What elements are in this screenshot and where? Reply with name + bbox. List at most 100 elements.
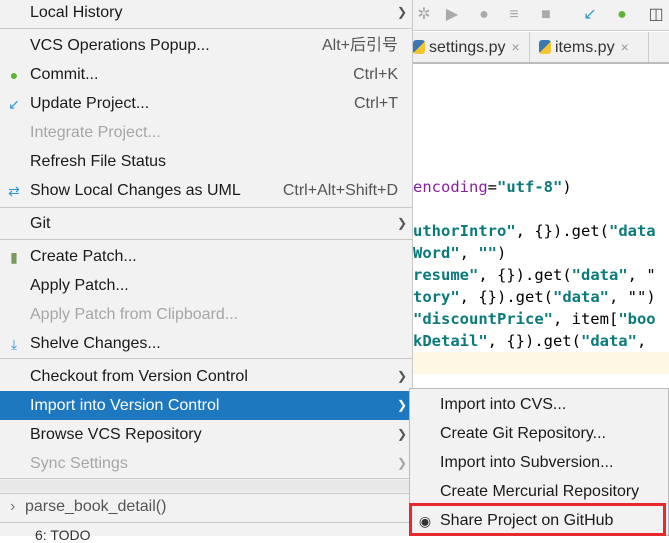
menu-item-apply-patch-from-clipboard: Apply Patch from Clipboard... xyxy=(0,300,412,329)
menu-item-create-patch[interactable]: ▮ Create Patch... xyxy=(0,242,412,271)
menu-item-label: Browse VCS Repository xyxy=(30,426,202,443)
code-token: , {}).get( xyxy=(487,332,581,350)
code-token: tory" xyxy=(413,288,460,306)
code-line: Word", "") xyxy=(413,242,506,264)
editor-tabs: settings.py × items.py × xyxy=(413,32,669,64)
shortcut-label: Ctrl+K xyxy=(353,66,398,83)
chevron-right-icon: › xyxy=(10,498,16,515)
menu-item-apply-patch[interactable]: Apply Patch... xyxy=(0,271,412,300)
shortcut-label: Alt+后引号 xyxy=(321,37,398,54)
tab-items[interactable]: items.py × xyxy=(531,32,649,62)
code-token: ) xyxy=(562,178,572,196)
submenu-item-create-mercurial-repository[interactable]: Create Mercurial Repository xyxy=(410,477,668,506)
menu-separator xyxy=(0,239,412,240)
commit-icon: ● xyxy=(9,67,19,83)
code-line: uthorIntro", {}).get("data xyxy=(413,220,656,242)
menu-item-label: Sync Settings xyxy=(30,455,128,472)
menu-item-local-history[interactable]: Local History ❯ xyxy=(0,0,412,27)
submenu-item-label: Create Git Repository... xyxy=(440,425,606,442)
python-file-icon xyxy=(413,40,425,54)
menu-item-checkout-from-version-control[interactable]: Checkout from Version Control ❯ xyxy=(0,362,412,391)
chevron-right-icon: ❯ xyxy=(396,398,407,412)
vcs-history-icon[interactable]: ◫ xyxy=(647,6,665,24)
chevron-right-icon: ❯ xyxy=(396,456,407,470)
code-token: resume" xyxy=(413,266,479,284)
current-line-highlight xyxy=(413,352,669,374)
tab-label: settings.py xyxy=(429,39,506,56)
menu-item-import-into-version-control[interactable]: Import into Version Control ❯ xyxy=(0,391,412,420)
update-icon: ↙ xyxy=(8,96,20,112)
debug-icon[interactable]: ✲ xyxy=(415,6,433,24)
menu-item-label: Create Patch... xyxy=(30,248,137,265)
shelve-icon: ⤓ xyxy=(10,336,18,352)
menu-item-label: Checkout from Version Control xyxy=(30,368,248,385)
tab-label: items.py xyxy=(555,39,615,56)
menu-separator xyxy=(0,478,412,479)
stop-icon[interactable]: ■ xyxy=(537,6,555,24)
menu-item-integrate-project: Integrate Project... xyxy=(0,118,412,147)
submenu-item-import-into-subversion[interactable]: Import into Subversion... xyxy=(410,448,668,477)
status-area: › parse_book_detail() 6: TODO xyxy=(0,480,413,543)
menu-separator xyxy=(0,207,412,208)
code-token: "data" xyxy=(571,266,628,284)
shortcut-label: Ctrl+T xyxy=(354,95,398,112)
menu-item-label: Apply Patch... xyxy=(30,277,129,294)
vcs-commit-icon[interactable]: ● xyxy=(613,6,631,24)
profile-icon[interactable]: ● xyxy=(475,6,493,24)
code-line: resume", {}).get("data", " xyxy=(413,264,656,286)
code-token: "utf-8" xyxy=(497,178,563,196)
code-token: , xyxy=(636,332,647,350)
code-token: uthorIntro" xyxy=(413,222,516,240)
menu-item-git[interactable]: Git ❯ xyxy=(0,209,412,238)
menu-item-shelve-changes[interactable]: ⤓ Shelve Changes... xyxy=(0,329,412,358)
code-line: "discountPrice", item["boo xyxy=(413,308,656,330)
menu-item-label: Commit... xyxy=(30,66,99,83)
menu-item-label: Apply Patch from Clipboard... xyxy=(30,306,239,323)
submenu-item-import-into-cvs[interactable]: Import into CVS... xyxy=(410,390,668,419)
submenu-item-label: Import into CVS... xyxy=(440,396,567,413)
code-token: , {}).get( xyxy=(459,288,553,306)
menu-item-label: VCS Operations Popup... xyxy=(30,37,210,54)
import-submenu: ◉ Share Project on GitHub Create Mercurial… xyxy=(409,388,669,536)
code-token: "discountPrice" xyxy=(413,310,553,328)
code-line: encoding="utf-8") xyxy=(413,176,572,198)
code-token: , {}).get( xyxy=(515,222,609,240)
menu-item-label: Show Local Changes as UML xyxy=(30,182,241,199)
todo-tool-button[interactable]: 6: TODO xyxy=(35,527,91,543)
uml-icon: ⇄ xyxy=(8,183,20,199)
menu-item-refresh-file-status[interactable]: Refresh File Status xyxy=(0,147,412,176)
code-token: "data" xyxy=(580,332,637,350)
python-file-icon xyxy=(539,40,551,54)
code-token: "boo xyxy=(618,310,656,328)
chevron-right-icon: ❯ xyxy=(396,427,407,441)
code-token: , " xyxy=(627,266,656,284)
code-token: ) xyxy=(497,244,507,262)
code-token: , "") xyxy=(609,288,656,306)
menu-separator xyxy=(0,358,412,359)
code-token: "" xyxy=(478,244,498,262)
code-token: , item[ xyxy=(552,310,619,328)
breadcrumb[interactable]: parse_book_detail() xyxy=(25,498,166,516)
code-line: tory", {}).get("data", "") xyxy=(413,286,656,308)
menu-item-label: Import into Version Control xyxy=(30,397,220,414)
menu-item-show-local-changes-as-uml[interactable]: ⇄ Show Local Changes as UML Ctrl+Alt+Shift… xyxy=(0,176,412,205)
menu-item-commit[interactable]: ● Commit... Ctrl+K xyxy=(0,60,412,89)
submenu-item-label: Create Mercurial Repository xyxy=(440,483,640,500)
menu-item-update-project[interactable]: ↙ Update Project... Ctrl+T xyxy=(0,89,412,118)
vcs-update-icon[interactable]: ↙ xyxy=(581,6,599,24)
coverage-icon[interactable]: ▶ xyxy=(443,6,461,24)
menu-item-vcs-operations-popup[interactable]: VCS Operations Popup... Alt+后引号 xyxy=(0,31,412,60)
menu-item-browse-vcs-repository[interactable]: Browse VCS Repository ❯ xyxy=(0,420,412,449)
close-icon[interactable]: × xyxy=(621,39,629,55)
close-icon[interactable]: × xyxy=(511,39,519,55)
menu-item-sync-settings: Sync Settings ❯ xyxy=(0,449,412,478)
code-line: kDetail", {}).get("data", xyxy=(413,330,646,352)
shortcut-label: Ctrl+Alt+Shift+D xyxy=(282,182,398,199)
chevron-right-icon: ❯ xyxy=(396,216,407,230)
code-token: , {}).get( xyxy=(478,266,572,284)
highlight-box xyxy=(409,503,666,536)
submenu-item-create-git-repository[interactable]: Create Git Repository... xyxy=(410,419,668,448)
tab-settings[interactable]: settings.py × xyxy=(405,32,530,62)
submenu-item-label: Import into Subversion... xyxy=(440,454,614,471)
concurrency-icon[interactable]: ≡ xyxy=(505,6,523,24)
